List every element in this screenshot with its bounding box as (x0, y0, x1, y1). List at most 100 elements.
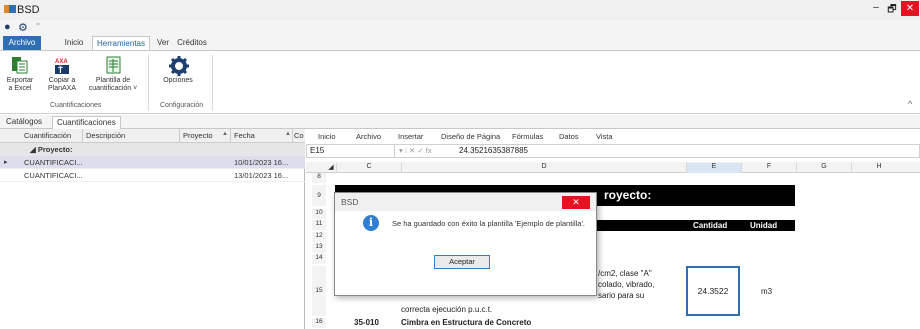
col-fecha[interactable]: Fecha (234, 131, 255, 140)
svg-text:AXA: AXA (55, 59, 68, 65)
copy-planaxa-button[interactable]: AXA Ť Copiar a PlanAXA (44, 55, 80, 93)
col-header-d[interactable]: D (401, 163, 686, 173)
grid-header: Cuantificación Descripción Proyecto ▲ Fe… (0, 129, 305, 143)
row-header-8[interactable]: 8 (312, 173, 326, 183)
column-headers: ◢ C D E F G H (306, 162, 920, 173)
window-title: BSD (17, 4, 40, 16)
template-button[interactable]: Plantilla de cuantificación ˅ (86, 55, 140, 93)
menu-datos[interactable]: Datos (559, 132, 579, 141)
message-dialog: BSD ✕ i Se ha guardado con éxito la plan… (334, 192, 597, 296)
formula-bar: E15 ▾ ⁞ ✕ ✓ fx 24.3521635387885 (306, 144, 920, 158)
col-divider (230, 129, 231, 143)
customize-dropdown-icon[interactable]: ⁼ (36, 21, 40, 30)
tab-cuantificaciones[interactable]: Cuantificaciones (52, 116, 121, 129)
tab-inicio[interactable]: Inicio (60, 36, 88, 50)
info-icon: i (363, 215, 379, 231)
svg-text:Ť: Ť (58, 66, 63, 75)
copy-planaxa-label: Copiar a PlanAXA (47, 77, 77, 92)
quantification-grid: Cuantificación Descripción Proyecto ▲ Fe… (0, 129, 305, 329)
description-line: correcta ejecución p.u.c.t. (401, 305, 493, 314)
menu-formulas[interactable]: Fórmulas (512, 132, 543, 141)
menu-archivo[interactable]: Archivo (356, 132, 381, 141)
menu-inicio[interactable]: Inicio (318, 132, 336, 141)
quick-access-bar: ● ⚙ ⁼ (0, 20, 920, 36)
maximize-button[interactable]: 🗗 (884, 2, 900, 16)
row-date: 13/01/2023 16... (234, 171, 289, 180)
select-all-corner[interactable]: ◢ (326, 163, 336, 173)
dialog-message: Se ha guardado con éxito la plantilla 'E… (392, 219, 585, 228)
col-header-c[interactable]: C (336, 163, 401, 173)
col-proyecto[interactable]: Proyecto (183, 131, 213, 140)
gear-icon (168, 55, 189, 76)
row-header-10[interactable]: 10 (312, 209, 326, 219)
col-divider (82, 129, 83, 143)
menu-vista[interactable]: Vista (596, 132, 613, 141)
group-separator (148, 55, 149, 111)
row-header-14[interactable]: 14 (312, 254, 326, 264)
export-excel-button[interactable]: Exportar a Excel (3, 55, 37, 93)
col-cuantificacion[interactable]: Cuantificación (24, 131, 71, 140)
description-line: colado, vibrado, (598, 280, 655, 289)
app-logo-icon (4, 3, 16, 15)
title-bar: BSD – 🗗 ✕ (0, 0, 920, 20)
sort-asc-icon: ▲ (222, 131, 228, 137)
col-divider (179, 129, 180, 143)
tab-archivo[interactable]: Archivo (3, 36, 41, 50)
col-divider (292, 129, 293, 143)
desc-cell-16: Cimbra en Estructura de Concreto (401, 318, 532, 327)
group-separator (212, 55, 213, 111)
col-co[interactable]: Co (294, 131, 304, 140)
tab-ver[interactable]: Ver (155, 36, 171, 50)
col-descripcion[interactable]: Descripción (86, 131, 125, 140)
row-header-12[interactable]: 12 (312, 232, 326, 242)
planaxa-copy-icon: AXA Ť (52, 55, 72, 75)
name-box[interactable]: E15 (307, 145, 395, 157)
row-header-16[interactable]: 16 (312, 318, 326, 328)
gear-icon[interactable]: ⚙ (18, 21, 28, 34)
col-header-h[interactable]: H (851, 163, 906, 173)
dialog-title: BSD (335, 193, 596, 211)
col-header-e[interactable]: E (686, 163, 741, 173)
tab-creditos[interactable]: Créditos (174, 36, 210, 50)
cantidad-header: Cantidad (693, 221, 728, 230)
options-label: Opciones (163, 77, 193, 84)
description-line: sario para su (598, 291, 645, 300)
row-header-9[interactable]: 9 (312, 185, 326, 206)
minimize-button[interactable]: – (868, 2, 884, 16)
options-button[interactable]: Opciones (158, 55, 198, 85)
row-header-13[interactable]: 13 (312, 243, 326, 253)
selected-cell-e15[interactable]: 24.3522 (686, 266, 740, 316)
row-header-11[interactable]: 11 (312, 220, 326, 230)
row-name: CUANTIFICACI... (24, 158, 83, 167)
formula-controls[interactable]: ▾ ⁞ ✕ ✓ fx (399, 146, 432, 155)
project-heading: royecto: (604, 188, 652, 202)
row-date: 10/01/2023 16... (234, 158, 289, 167)
group-row[interactable]: ◢ Proyecto: (0, 143, 305, 156)
group-label: ◢ Proyecto: (30, 145, 73, 154)
spreadsheet-menu: Inicio Archivo Insertar Diseño de Página… (306, 129, 920, 143)
excel-export-icon (10, 55, 30, 75)
tab-catalogos[interactable]: Catálogos (2, 116, 46, 129)
table-row[interactable]: ▸ CUANTIFICACI... 10/01/2023 16... (0, 156, 305, 169)
close-button[interactable]: ✕ (901, 1, 919, 16)
menu-diseno[interactable]: Diseño de Página (441, 132, 500, 141)
ribbon-tabs: Archivo Inicio Herramientas Ver Créditos (0, 36, 920, 50)
menu-insertar[interactable]: Insertar (398, 132, 423, 141)
dialog-close-button[interactable]: ✕ (562, 196, 590, 209)
col-header-f[interactable]: F (741, 163, 796, 173)
collapse-ribbon-icon[interactable]: ^ (908, 99, 912, 109)
circle-icon[interactable]: ● (4, 21, 11, 33)
formula-input[interactable]: 24.3521635387885 (459, 146, 528, 155)
col-header-g[interactable]: G (796, 163, 851, 173)
tab-herramientas[interactable]: Herramientas (92, 36, 150, 50)
ribbon: Exportar a Excel AXA Ť Copiar a PlanAXA P… (0, 50, 920, 114)
group-label-configuracion: Configuración (160, 102, 204, 109)
row-header-15[interactable]: 15 (312, 266, 326, 316)
description-line: /cm2, clase "A" (598, 269, 652, 278)
ok-button[interactable]: Aceptar (434, 255, 490, 269)
group-label-cuantificaciones: Cuantificaciones (50, 102, 102, 109)
sort-asc-icon: ▲ (285, 131, 291, 137)
row-name: CUANTIFICACI... (24, 171, 83, 180)
row-expander-icon[interactable]: ▸ (4, 158, 8, 166)
table-row[interactable]: CUANTIFICACI... 13/01/2023 16... (0, 169, 305, 182)
